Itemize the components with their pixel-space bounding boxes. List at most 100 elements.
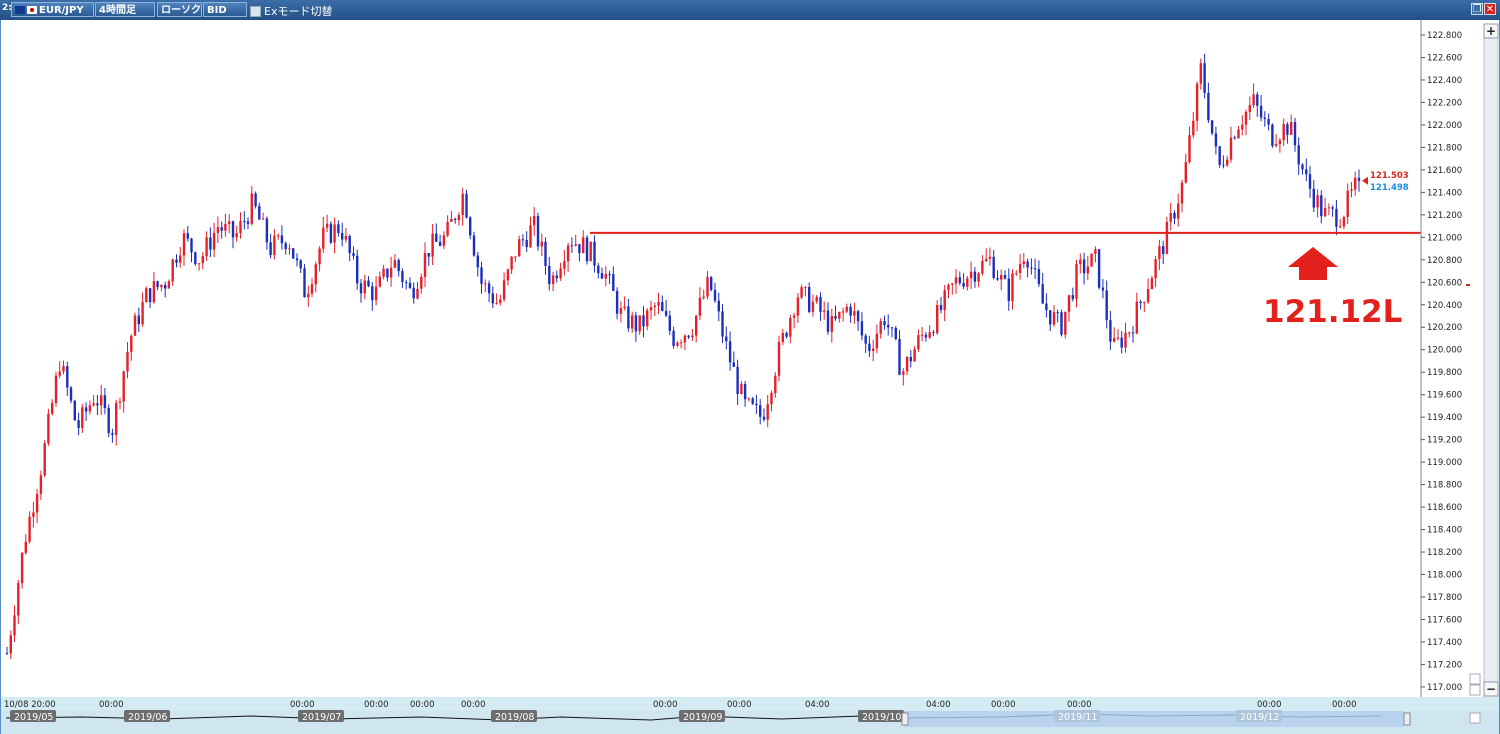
candle-body <box>962 283 965 287</box>
candle-body <box>563 261 566 269</box>
candle-body <box>566 245 570 262</box>
candle-body <box>548 265 551 284</box>
candle-body <box>951 283 954 285</box>
ask-price-label: 121.503 <box>1370 171 1409 181</box>
candle-body <box>1350 189 1353 191</box>
candle-body <box>1049 310 1052 325</box>
candle-body <box>849 306 852 316</box>
navigator-left-handle[interactable] <box>901 712 909 726</box>
candle-body <box>212 233 216 250</box>
ex-mode-label[interactable]: Exモード切替 <box>264 3 332 19</box>
candle-body <box>838 311 841 319</box>
candle-body <box>1327 207 1331 209</box>
candle-body <box>954 277 958 284</box>
close-window-button[interactable]: ✕ <box>1484 3 1496 15</box>
candle-body <box>551 275 555 284</box>
candle-body <box>661 302 664 311</box>
symbol-label: EUR/JPY <box>39 5 84 16</box>
price-tick-label: 122.800 <box>1427 31 1462 41</box>
candle-body <box>981 261 984 274</box>
vertical-scrollbar[interactable] <box>1483 23 1499 699</box>
scroll-down-button[interactable] <box>1469 684 1481 696</box>
candle-body <box>898 339 901 375</box>
candle-body <box>646 310 649 327</box>
candle-body <box>638 315 641 332</box>
candle-body <box>823 310 826 312</box>
candle-body <box>887 324 890 328</box>
candle-body <box>1354 177 1357 190</box>
price-tick-label: 119.200 <box>1427 436 1462 446</box>
candle-body <box>438 241 442 246</box>
candle-body <box>815 296 818 302</box>
candle-body <box>774 375 777 394</box>
candle-body <box>277 235 280 237</box>
price-tick-label: 119.000 <box>1427 458 1462 468</box>
candle-body <box>182 233 186 256</box>
candle-body <box>732 362 735 367</box>
candle-body <box>751 398 754 404</box>
candle-body <box>698 297 702 316</box>
price-tick-label: 121.200 <box>1427 211 1462 221</box>
candle-body <box>1229 137 1233 160</box>
candle-body <box>1293 122 1297 146</box>
ex-mode-checkbox[interactable] <box>250 6 261 17</box>
candle-body <box>137 315 140 325</box>
candle-body <box>1331 207 1334 209</box>
symbol-selector[interactable]: EUR/JPY <box>11 2 94 17</box>
candle-body <box>51 402 54 414</box>
navigator-window[interactable] <box>904 711 1404 727</box>
navigator-scroll-button[interactable] <box>1469 712 1481 724</box>
candle-body <box>796 297 800 316</box>
candle-body <box>250 193 253 224</box>
price-tick-label: 117.800 <box>1427 593 1462 603</box>
candle-body <box>634 315 638 332</box>
candle-body <box>1120 337 1123 348</box>
price-tick-label: 120.800 <box>1427 256 1462 266</box>
candle-body <box>322 227 325 249</box>
candle-body <box>800 287 803 298</box>
timeframe-selector[interactable]: 4時間足 <box>95 2 155 17</box>
candle-body <box>1124 332 1127 348</box>
candle-body <box>691 335 694 338</box>
candle-body <box>73 400 76 421</box>
candle-body <box>1128 332 1131 334</box>
time-tick-label: 00:00 <box>290 700 315 710</box>
candle-body <box>228 221 231 224</box>
restore-window-button[interactable]: ❐ <box>1471 3 1483 15</box>
candle-body <box>186 233 189 239</box>
candle-body <box>1316 195 1319 208</box>
candle-body <box>860 321 864 336</box>
price-tick-label: 117.600 <box>1427 615 1462 625</box>
candle-body <box>676 342 679 346</box>
candle-body <box>683 335 687 343</box>
time-tick-label: 04:00 <box>805 700 830 710</box>
candle-body <box>5 653 9 655</box>
candle-body <box>872 348 875 351</box>
time-tick-label: 00:00 <box>1332 700 1357 710</box>
candle-body <box>246 221 250 224</box>
candle-body <box>1305 169 1308 175</box>
candle-body <box>1015 272 1018 274</box>
chart-area[interactable]: 121.12L 122.800 122.600 122.400 122.200 122.… <box>1 20 1499 734</box>
chart-type-selector[interactable]: ローソク <box>157 2 202 17</box>
candle-body <box>1150 278 1154 290</box>
candlestick-chart[interactable]: 121.12L 122.800 122.600 122.400 122.200 122.… <box>1 20 1499 734</box>
price-type-selector[interactable]: BID <box>203 2 247 17</box>
scroll-up-button[interactable] <box>1469 673 1481 685</box>
candle-body <box>679 342 683 344</box>
candle-body <box>612 274 615 291</box>
price-tick-label: 117.400 <box>1427 638 1462 648</box>
time-tick-label: 00:00 <box>653 700 678 710</box>
candle-body <box>224 223 227 231</box>
candle-body <box>502 280 506 300</box>
candle-body <box>687 335 690 338</box>
candle-body <box>985 258 988 261</box>
navigator-right-handle[interactable] <box>1403 712 1411 726</box>
time-tick-label: 00:00 <box>410 700 435 710</box>
candle-body <box>1033 268 1037 270</box>
candle-body <box>435 233 438 242</box>
candle-body <box>469 217 472 236</box>
candle-body <box>529 225 532 247</box>
candle-body <box>84 407 88 412</box>
candle-body <box>273 235 276 255</box>
